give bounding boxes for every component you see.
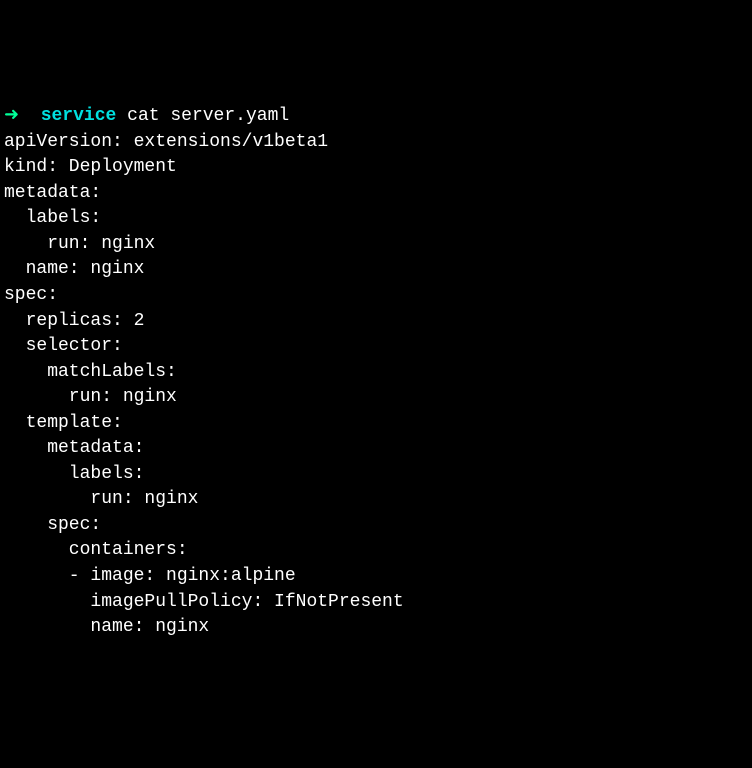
file-line: imagePullPolicy: IfNotPresent	[4, 592, 404, 612]
file-line: spec:	[4, 515, 101, 535]
prompt-arrow-icon: ➜	[4, 106, 19, 126]
file-line: run: nginx	[4, 234, 155, 254]
file-line: metadata:	[4, 438, 144, 458]
file-line: spec:	[4, 285, 58, 305]
file-line: containers:	[4, 540, 188, 560]
prompt-directory: service	[41, 106, 117, 126]
file-line: selector:	[4, 336, 123, 356]
file-line: kind: Deployment	[4, 157, 177, 177]
file-line: run: nginx	[4, 387, 177, 407]
file-line: - image: nginx:alpine	[4, 566, 296, 586]
file-line: apiVersion: extensions/v1beta1	[4, 132, 328, 152]
file-line: labels:	[4, 208, 101, 228]
file-line: labels:	[4, 464, 144, 484]
file-line: template:	[4, 413, 123, 433]
terminal-window[interactable]: ➜ service cat server.yaml apiVersion: ex…	[4, 104, 748, 640]
file-line: matchLabels:	[4, 362, 177, 382]
prompt-line: ➜ service cat server.yaml	[4, 106, 289, 126]
command-text: cat server.yaml	[127, 106, 289, 126]
file-line: name: nginx	[4, 617, 209, 637]
file-line: run: nginx	[4, 489, 198, 509]
file-line: metadata:	[4, 183, 101, 203]
file-line: name: nginx	[4, 259, 144, 279]
file-line: replicas: 2	[4, 311, 144, 331]
